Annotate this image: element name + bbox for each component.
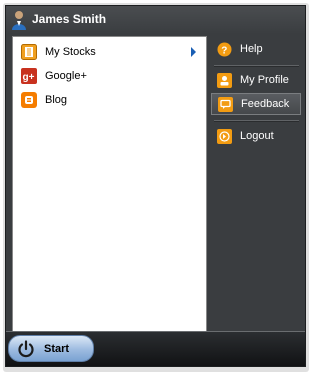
start-label: Start <box>44 342 70 355</box>
start-menu: James Smith My Stocks g+ Google+ Blog ? … <box>5 5 306 367</box>
svg-text:?: ? <box>221 45 227 56</box>
menu-item-logout[interactable]: Logout <box>211 125 301 147</box>
logout-label: Logout <box>240 130 274 142</box>
profile-icon <box>217 72 232 88</box>
programs-panel: My Stocks g+ Google+ Blog <box>12 36 207 332</box>
menu-item-profile[interactable]: My Profile <box>211 69 301 91</box>
feedback-label: Feedback <box>241 98 290 110</box>
menu-item-feedback[interactable]: Feedback <box>211 93 301 115</box>
program-label: My Stocks <box>45 46 96 58</box>
logout-icon <box>217 128 232 144</box>
stocks-icon <box>21 44 37 60</box>
user-name: James Smith <box>32 12 107 26</box>
power-icon <box>18 339 34 357</box>
separator <box>214 65 299 67</box>
separator <box>214 120 299 122</box>
help-label: Help <box>240 43 263 55</box>
program-google-plus[interactable]: g+ Google+ <box>17 65 202 87</box>
start-button[interactable]: Start <box>8 335 94 362</box>
menu-item-help[interactable]: ? Help <box>211 38 301 60</box>
menu-header: James Smith <box>6 6 305 34</box>
google-plus-icon: g+ <box>21 68 37 84</box>
svg-text:g+: g+ <box>23 72 35 83</box>
taskbar: Start <box>6 331 305 366</box>
program-label: Google+ <box>45 70 87 82</box>
program-blog[interactable]: Blog <box>17 89 202 111</box>
blog-icon <box>21 92 37 108</box>
profile-label: My Profile <box>240 74 289 86</box>
submenu-arrow-icon <box>191 47 196 57</box>
program-label: Blog <box>45 94 68 106</box>
help-icon: ? <box>217 42 232 56</box>
feedback-icon <box>218 96 233 112</box>
user-avatar-icon <box>12 11 26 30</box>
program-my-stocks[interactable]: My Stocks <box>17 41 202 63</box>
